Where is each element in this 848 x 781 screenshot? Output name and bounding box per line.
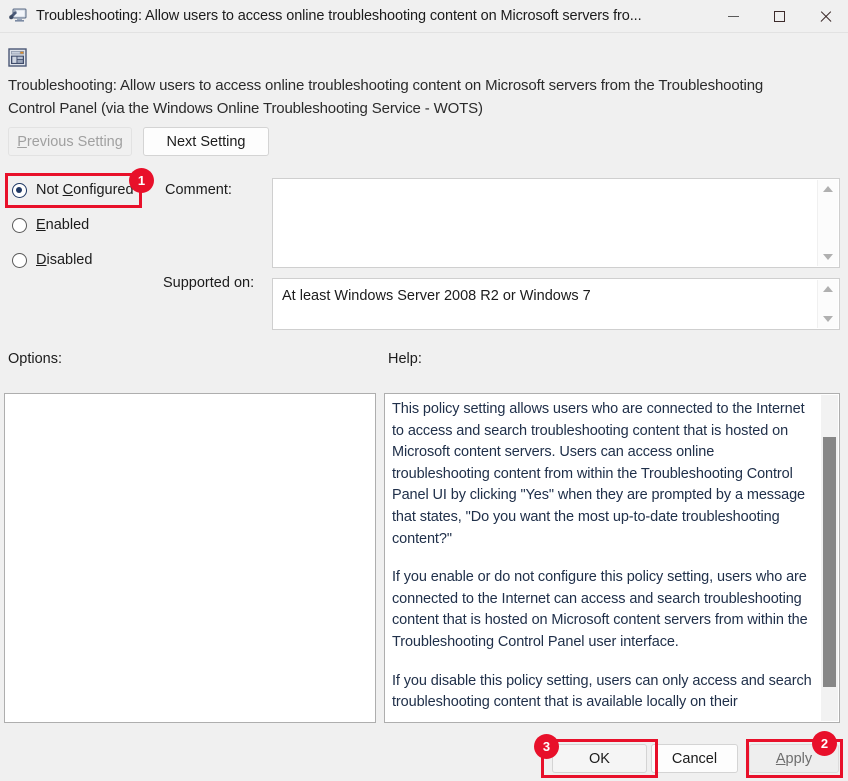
- radio-not-configured-label: Not Configured: [36, 182, 134, 198]
- help-paragraph: This policy setting allows users who are…: [392, 401, 806, 547]
- close-icon: [819, 10, 832, 23]
- window-controls: [710, 0, 848, 32]
- minimize-icon: [727, 15, 739, 17]
- annotation-badge-1: 1: [129, 168, 154, 193]
- help-panel[interactable]: This policy setting allows users who are…: [384, 393, 840, 723]
- radio-disabled-label: Disabled: [36, 252, 93, 268]
- apply-label: pply: [785, 750, 813, 767]
- radio-unselected-icon: [12, 217, 27, 233]
- help-text: This policy setting allows users who are…: [392, 399, 812, 722]
- apply-accesskey: A: [775, 750, 786, 767]
- ok-label: OK: [589, 750, 610, 767]
- group-policy-setting-icon: [8, 48, 27, 67]
- radio-enabled[interactable]: Enabled: [12, 217, 89, 233]
- troubleshooting-monitor-icon: [9, 7, 27, 25]
- maximize-icon: [773, 10, 785, 22]
- help-label: Help:: [388, 351, 422, 367]
- next-setting-label: Next Setting: [166, 133, 246, 150]
- supported-on-value: At least Windows Server 2008 R2 or Windo…: [282, 288, 591, 304]
- scroll-down-icon[interactable]: [823, 254, 833, 260]
- comment-label: Comment:: [165, 182, 232, 198]
- previous-setting-label: revious Setting: [26, 133, 123, 150]
- annotation-badge-2: 2: [812, 731, 837, 756]
- supported-on-label: Supported on:: [163, 275, 255, 291]
- comment-field[interactable]: [272, 178, 840, 268]
- previous-setting-accesskey: P: [17, 133, 27, 150]
- help-scrollbar-thumb[interactable]: [823, 437, 836, 687]
- maximize-button[interactable]: [756, 0, 802, 32]
- radio-unselected-icon: [12, 252, 27, 268]
- options-panel[interactable]: [4, 393, 376, 723]
- help-scrollbar[interactable]: [821, 395, 838, 721]
- options-label: Options:: [8, 351, 62, 367]
- comment-scrollbar[interactable]: [817, 180, 838, 266]
- radio-disabled[interactable]: Disabled: [12, 252, 92, 268]
- scroll-up-icon[interactable]: [823, 286, 833, 292]
- annotation-badge-3: 3: [534, 734, 559, 759]
- window-title: Troubleshooting: Allow users to access o…: [36, 8, 642, 24]
- title-bar-divider: [0, 32, 848, 33]
- ok-button[interactable]: OK: [552, 744, 647, 773]
- radio-not-configured[interactable]: Not Configured: [12, 182, 134, 198]
- next-setting-button[interactable]: Next Setting: [143, 127, 269, 156]
- help-paragraph: If you disable this policy setting, user…: [392, 672, 812, 711]
- scroll-up-icon[interactable]: [823, 186, 833, 192]
- previous-setting-button[interactable]: Previous Setting: [8, 127, 132, 156]
- radio-selected-icon: [12, 182, 27, 198]
- supported-on-scrollbar[interactable]: [817, 280, 838, 328]
- title-bar: Troubleshooting: Allow users to access o…: [0, 0, 848, 32]
- radio-enabled-label: Enabled: [36, 217, 90, 233]
- help-paragraph: If you enable or do not configure this p…: [392, 569, 808, 650]
- policy-title: Troubleshooting: Allow users to access o…: [8, 77, 764, 117]
- minimize-button[interactable]: [710, 0, 756, 32]
- policy-setting-dialog: Troubleshooting: Allow users to access o…: [0, 0, 848, 781]
- cancel-button[interactable]: Cancel: [651, 744, 738, 773]
- cancel-label: Cancel: [671, 750, 718, 767]
- scroll-down-icon[interactable]: [823, 316, 833, 322]
- close-button[interactable]: [802, 0, 848, 32]
- supported-on-field: At least Windows Server 2008 R2 or Windo…: [272, 278, 840, 330]
